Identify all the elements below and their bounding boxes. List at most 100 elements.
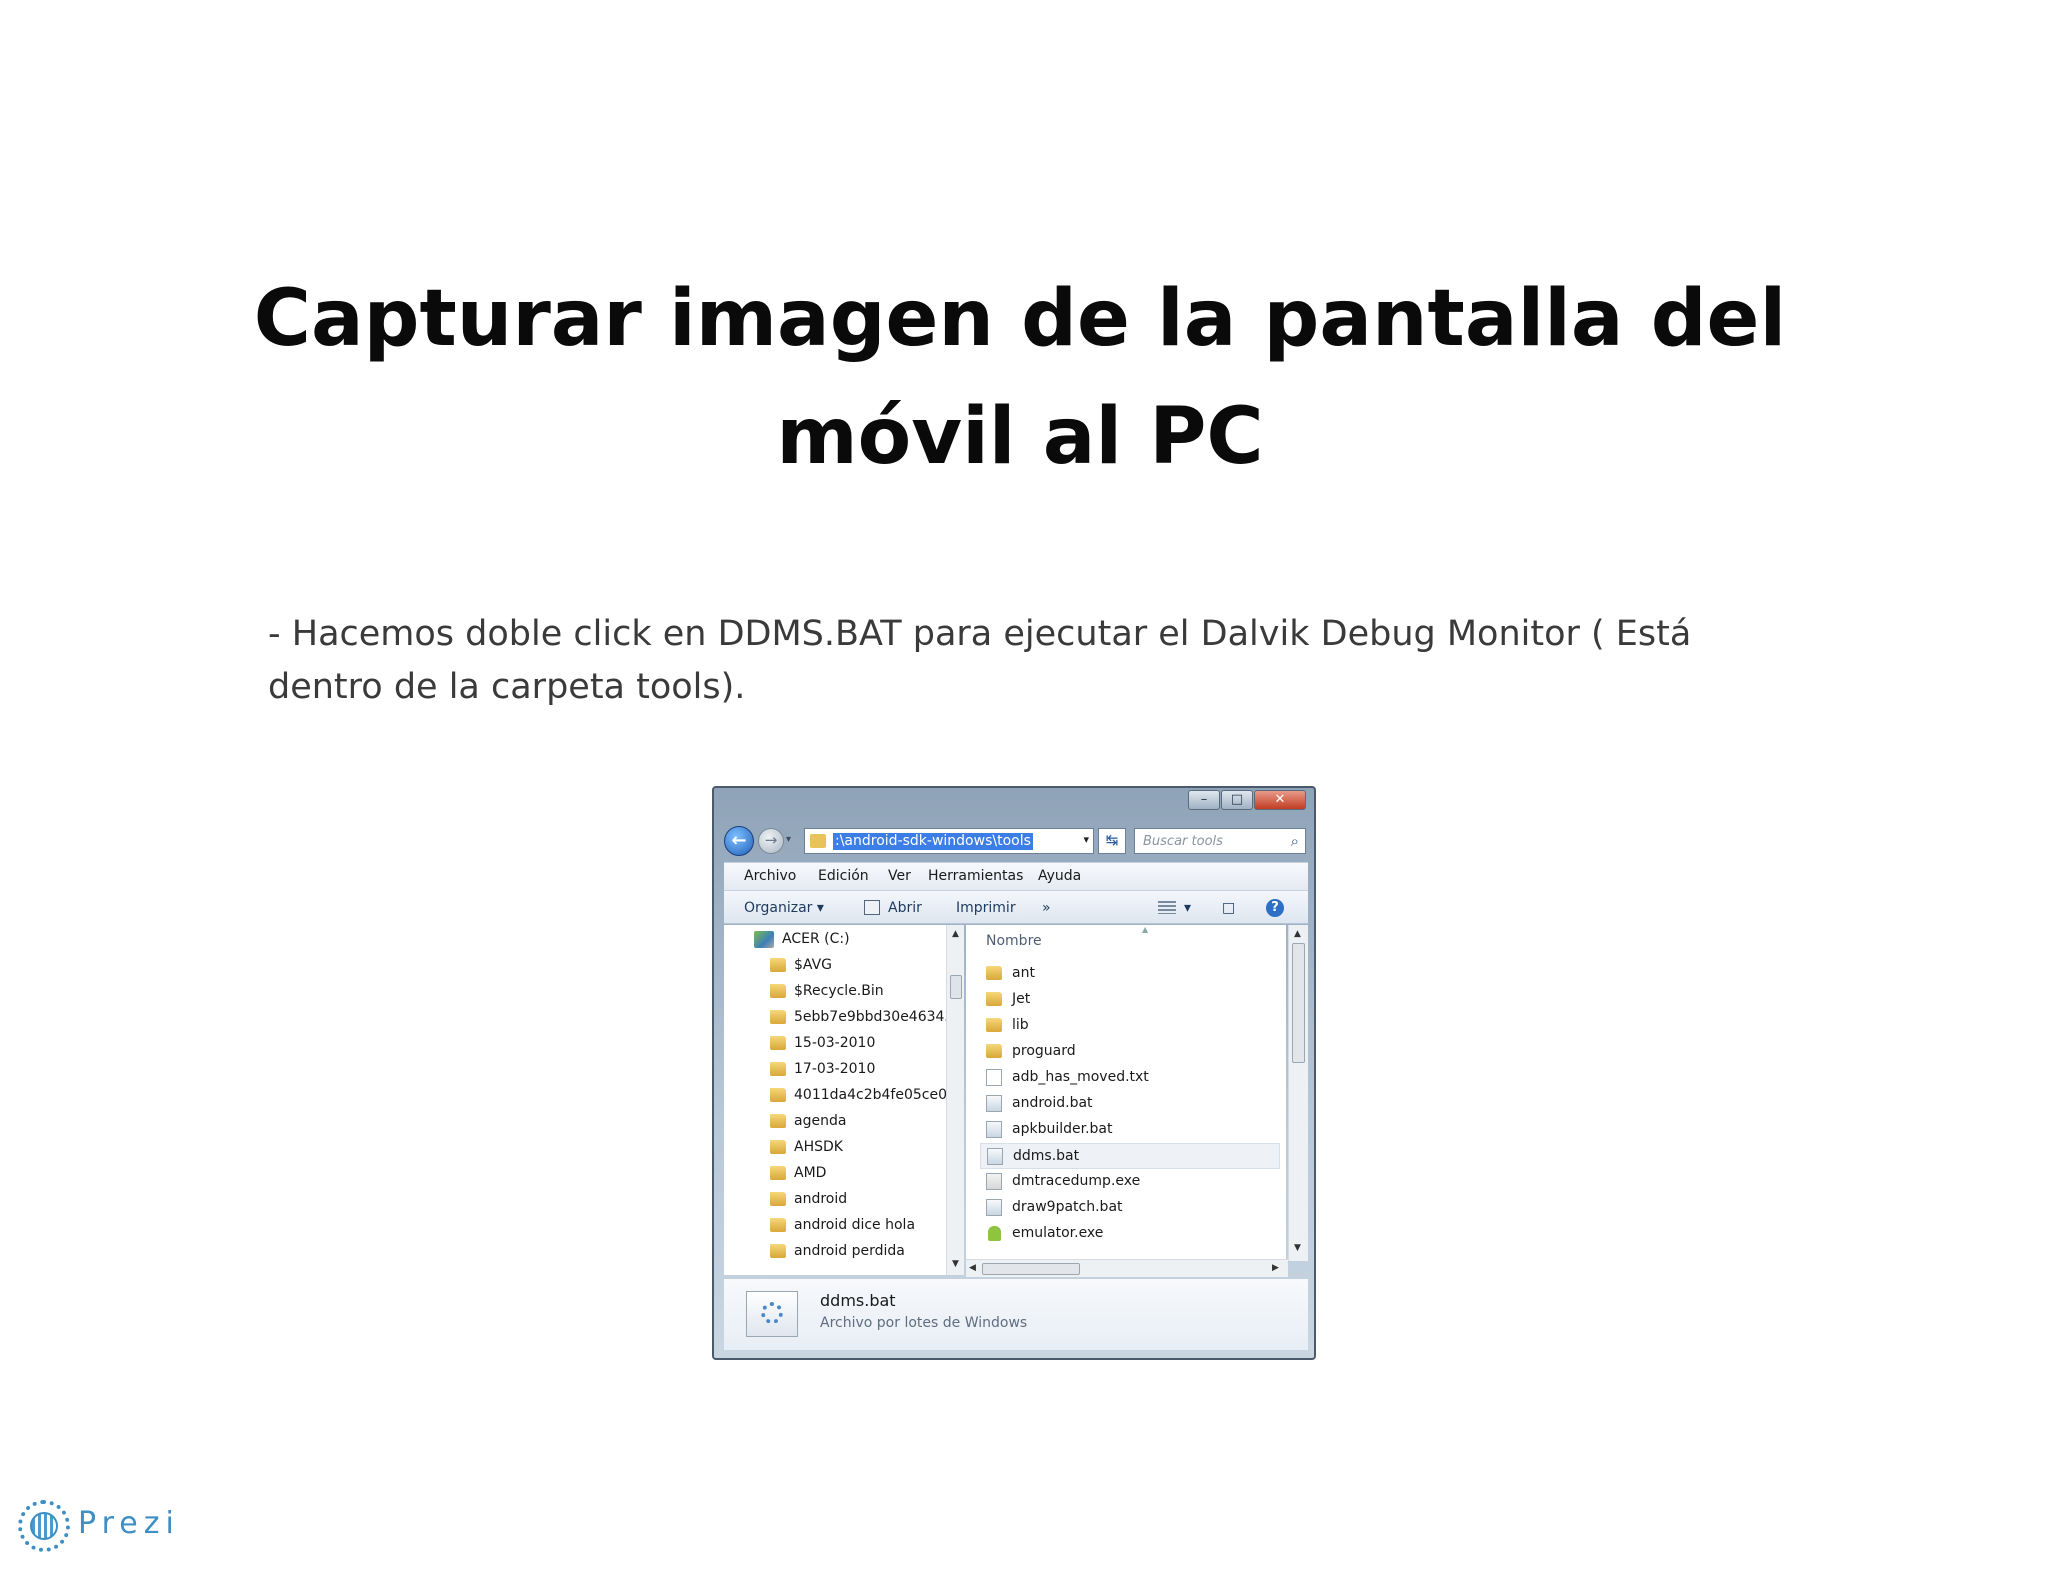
explorer-window: – □ ✕ ← → ▾ :\android-sdk-windows\tools … (712, 786, 1316, 1360)
batch-file-icon (986, 1095, 1002, 1112)
folder-icon (986, 992, 1002, 1006)
file-row[interactable]: Jet (980, 987, 1280, 1013)
drive-icon (754, 931, 774, 948)
folder-icon (770, 1062, 786, 1076)
file-name: dmtracedump.exe (1012, 1173, 1141, 1189)
folder-icon (770, 984, 786, 998)
file-name: ddms.bat (1013, 1148, 1080, 1164)
menu-edicion[interactable]: Edición (818, 868, 869, 884)
menu-bar: Archivo Edición Ver Herramientas Ayuda (724, 862, 1308, 890)
slide-title: Capturar imagen de la pantalla del móvil… (253, 274, 1787, 482)
help-icon[interactable]: ? (1266, 899, 1284, 917)
tree-item-label: 5ebb7e9bbd30e46343a1 (794, 1009, 956, 1025)
file-row[interactable]: android.bat (980, 1091, 1280, 1117)
folder-icon (810, 834, 826, 848)
scroll-up-arrow[interactable]: ▲ (1294, 929, 1301, 939)
scroll-thumb[interactable] (950, 975, 962, 999)
forward-button[interactable]: → (758, 828, 784, 854)
tree-item[interactable]: 15-03-2010 (724, 1031, 958, 1057)
tree-item[interactable]: android (724, 1187, 958, 1213)
file-list: Nombre ▲ ant Jet lib proguard adb_has_mo… (966, 925, 1286, 1275)
minimize-button[interactable]: – (1188, 790, 1220, 810)
more-commands-button[interactable]: » (1042, 900, 1051, 916)
print-button[interactable]: Imprimir (956, 900, 1016, 916)
address-path[interactable]: :\android-sdk-windows\tools (833, 833, 1033, 850)
close-button[interactable]: ✕ (1254, 790, 1306, 810)
tree-item-label: android perdida (794, 1243, 905, 1259)
file-row[interactable]: proguard (980, 1039, 1280, 1065)
file-name: ant (1012, 965, 1035, 981)
file-name: proguard (1012, 1043, 1076, 1059)
folder-icon (770, 1166, 786, 1180)
refresh-button[interactable]: ↹ (1098, 828, 1126, 854)
executable-icon (986, 1173, 1002, 1190)
file-row[interactable]: adb_has_moved.txt (980, 1065, 1280, 1091)
file-list-horizontal-scrollbar[interactable]: ◀ ▶ (966, 1259, 1288, 1277)
organize-button[interactable]: Organizar ▾ (744, 900, 824, 916)
tree-item[interactable]: android perdida (724, 1239, 958, 1265)
prezi-logo-text: Prezi (78, 1506, 180, 1541)
scroll-right-arrow[interactable]: ▶ (1272, 1263, 1279, 1273)
file-name: apkbuilder.bat (1012, 1121, 1113, 1137)
batch-file-large-icon (746, 1291, 798, 1337)
open-button[interactable]: Abrir (888, 900, 922, 916)
file-row[interactable]: apkbuilder.bat (980, 1117, 1280, 1143)
menu-ver[interactable]: Ver (888, 868, 911, 884)
android-icon (988, 1226, 1001, 1241)
tree-item[interactable]: agenda (724, 1109, 958, 1135)
tree-item[interactable]: $AVG (724, 953, 958, 979)
file-list-vertical-scrollbar[interactable]: ▲ ▼ (1288, 925, 1308, 1261)
column-header-name[interactable]: Nombre (986, 933, 1042, 949)
prezi-logo-icon (18, 1500, 70, 1552)
navigation-bar: ← → ▾ :\android-sdk-windows\tools ▾ ↹ Bu… (724, 826, 1306, 856)
menu-archivo[interactable]: Archivo (744, 868, 796, 884)
scroll-thumb[interactable] (1292, 943, 1305, 1063)
slide-body-text: - Hacemos doble click en DDMS.BAT para e… (268, 614, 1692, 707)
details-file-type: Archivo por lotes de Windows (820, 1315, 1028, 1331)
gear-icon (761, 1302, 783, 1324)
scroll-thumb[interactable] (982, 1263, 1080, 1275)
address-dropdown[interactable]: ▾ (1083, 833, 1089, 846)
tree-item[interactable]: $Recycle.Bin (724, 979, 958, 1005)
tree-item[interactable]: 17-03-2010 (724, 1057, 958, 1083)
menu-ayuda[interactable]: Ayuda (1038, 868, 1081, 884)
file-row[interactable]: dmtracedump.exe (980, 1169, 1280, 1195)
preview-pane-button[interactable]: □ (1222, 900, 1235, 916)
tree-item-label: AMD (794, 1165, 827, 1181)
file-row[interactable]: emulator.exe (980, 1221, 1280, 1247)
scroll-down-arrow[interactable]: ▼ (1294, 1243, 1301, 1253)
text-file-icon (986, 1069, 1002, 1086)
views-icon[interactable] (1158, 901, 1176, 914)
tree-item-label: agenda (794, 1113, 847, 1129)
file-name: Jet (1012, 991, 1031, 1007)
scroll-up-arrow[interactable]: ▲ (952, 929, 959, 939)
sort-indicator-icon: ▲ (1142, 925, 1149, 934)
open-icon (864, 900, 880, 915)
scroll-left-arrow[interactable]: ◀ (969, 1263, 976, 1273)
file-row-selected[interactable]: ddms.bat (980, 1143, 1280, 1169)
tree-scrollbar[interactable]: ▲ ▼ (946, 925, 964, 1275)
address-bar[interactable]: :\android-sdk-windows\tools ▾ (804, 828, 1094, 854)
file-row[interactable]: draw9patch.bat (980, 1195, 1280, 1221)
tree-item[interactable]: AHSDK (724, 1135, 958, 1161)
file-row[interactable]: lib (980, 1013, 1280, 1039)
search-input[interactable]: Buscar tools ⌕ (1134, 828, 1306, 854)
tree-item[interactable]: 5ebb7e9bbd30e46343a1 (724, 1005, 958, 1031)
tree-item[interactable]: AMD (724, 1161, 958, 1187)
folder-icon (770, 1192, 786, 1206)
tree-item-drive[interactable]: ACER (C:) (724, 927, 958, 953)
scroll-down-arrow[interactable]: ▼ (952, 1259, 959, 1269)
file-row[interactable]: ant (980, 961, 1280, 987)
tree-item[interactable]: android dice hola (724, 1213, 958, 1239)
back-button[interactable]: ← (724, 826, 754, 856)
file-name: draw9patch.bat (1012, 1199, 1123, 1215)
tree-item-label: android dice hola (794, 1217, 916, 1233)
search-placeholder: Buscar tools (1143, 834, 1223, 849)
maximize-button[interactable]: □ (1221, 790, 1253, 810)
menu-herramientas[interactable]: Herramientas (928, 868, 1023, 884)
views-dropdown[interactable]: ▾ (1184, 900, 1191, 916)
file-name: adb_has_moved.txt (1012, 1069, 1149, 1085)
search-icon[interactable]: ⌕ (1291, 832, 1299, 850)
tree-item[interactable]: 4011da4c2b4fe05ce0 (724, 1083, 958, 1109)
recent-pages-dropdown[interactable]: ▾ (786, 834, 791, 845)
